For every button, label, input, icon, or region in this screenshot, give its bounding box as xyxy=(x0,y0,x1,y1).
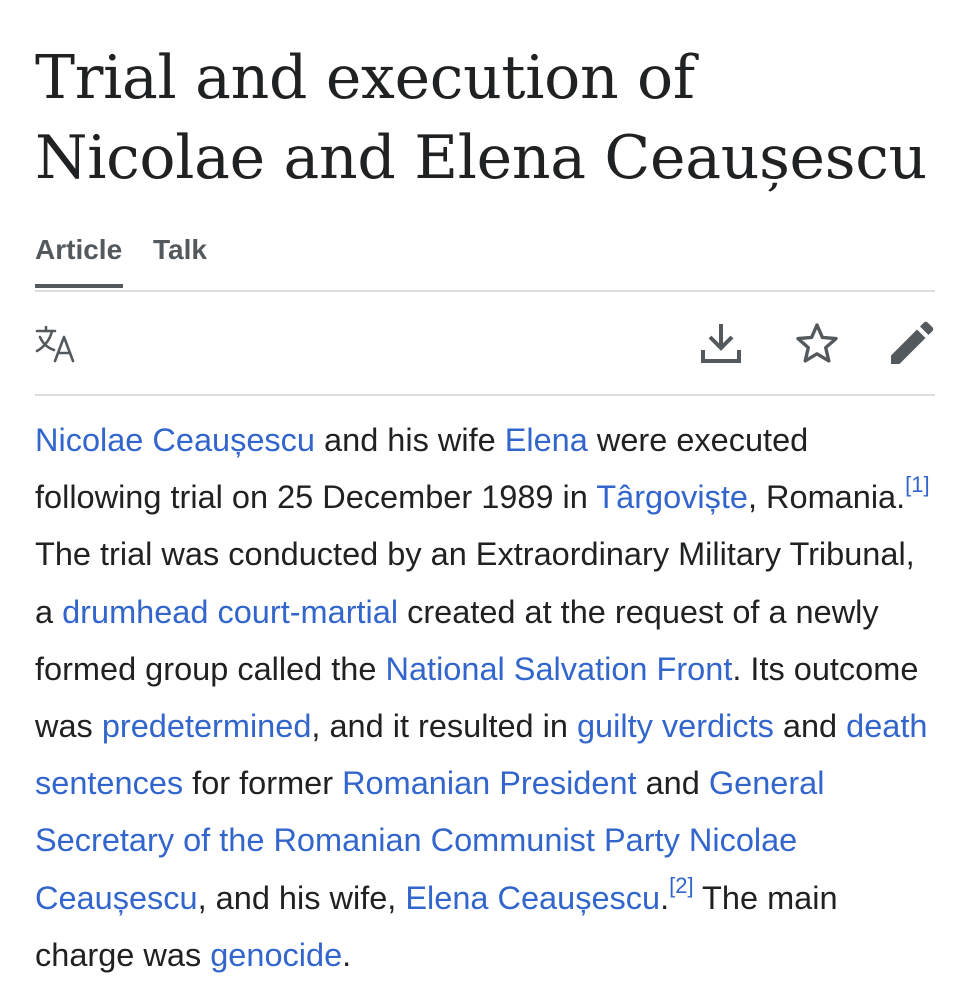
link-targoviste[interactable]: Târgoviște xyxy=(596,479,748,515)
link-romanian-president[interactable]: Romanian President xyxy=(342,765,636,801)
paragraph-text: , Romania. xyxy=(748,479,906,516)
page-actions-toolbar xyxy=(35,292,935,396)
star-icon xyxy=(796,323,838,363)
link-nicolae-ceausescu[interactable]: Nicolae Ceaușescu xyxy=(35,422,315,458)
edit-button[interactable] xyxy=(887,320,935,368)
paragraph-text: and xyxy=(773,708,847,745)
page-title: Trial and execution of Nicolae and Elena… xyxy=(35,43,927,193)
link-guilty-verdicts[interactable]: guilty verdicts xyxy=(577,708,774,744)
namespace-tabs: Article Talk xyxy=(35,228,935,292)
pencil-icon xyxy=(891,321,934,364)
link-elena[interactable]: Elena xyxy=(505,422,588,458)
paragraph-text xyxy=(680,822,689,858)
link-predetermined[interactable]: predetermined xyxy=(102,708,312,744)
paragraph-text: and xyxy=(636,765,709,802)
language-button[interactable] xyxy=(33,320,81,368)
paragraph-text: . xyxy=(342,936,352,973)
article-intro-paragraph: Nicolae Ceaușescu and his wife Elena wer… xyxy=(35,412,935,984)
paragraph-text: for former xyxy=(183,765,343,802)
download-icon xyxy=(701,324,741,363)
link-national-salvation-front[interactable]: National Salvation Front xyxy=(386,651,733,687)
paragraph-text: . xyxy=(660,879,670,916)
paragraph-text: and his wife xyxy=(315,422,505,458)
translate-icon xyxy=(35,325,75,363)
tab-talk[interactable]: Talk xyxy=(153,234,207,266)
link-drumhead-court-martial[interactable]: drumhead court-martial xyxy=(62,594,398,630)
link-elena-ceausescu[interactable]: Elena Ceaușescu xyxy=(405,880,660,916)
paragraph-text: , and his wife, xyxy=(197,879,406,916)
watch-button[interactable] xyxy=(793,320,841,368)
reference-link-1[interactable]: [1] xyxy=(905,472,929,497)
paragraph-text: , and it resulted in xyxy=(311,708,577,745)
download-button[interactable] xyxy=(697,320,745,368)
reference-link-2[interactable]: [2] xyxy=(669,873,693,898)
link-genocide[interactable]: genocide xyxy=(210,937,342,973)
tab-article[interactable]: Article xyxy=(35,234,123,288)
